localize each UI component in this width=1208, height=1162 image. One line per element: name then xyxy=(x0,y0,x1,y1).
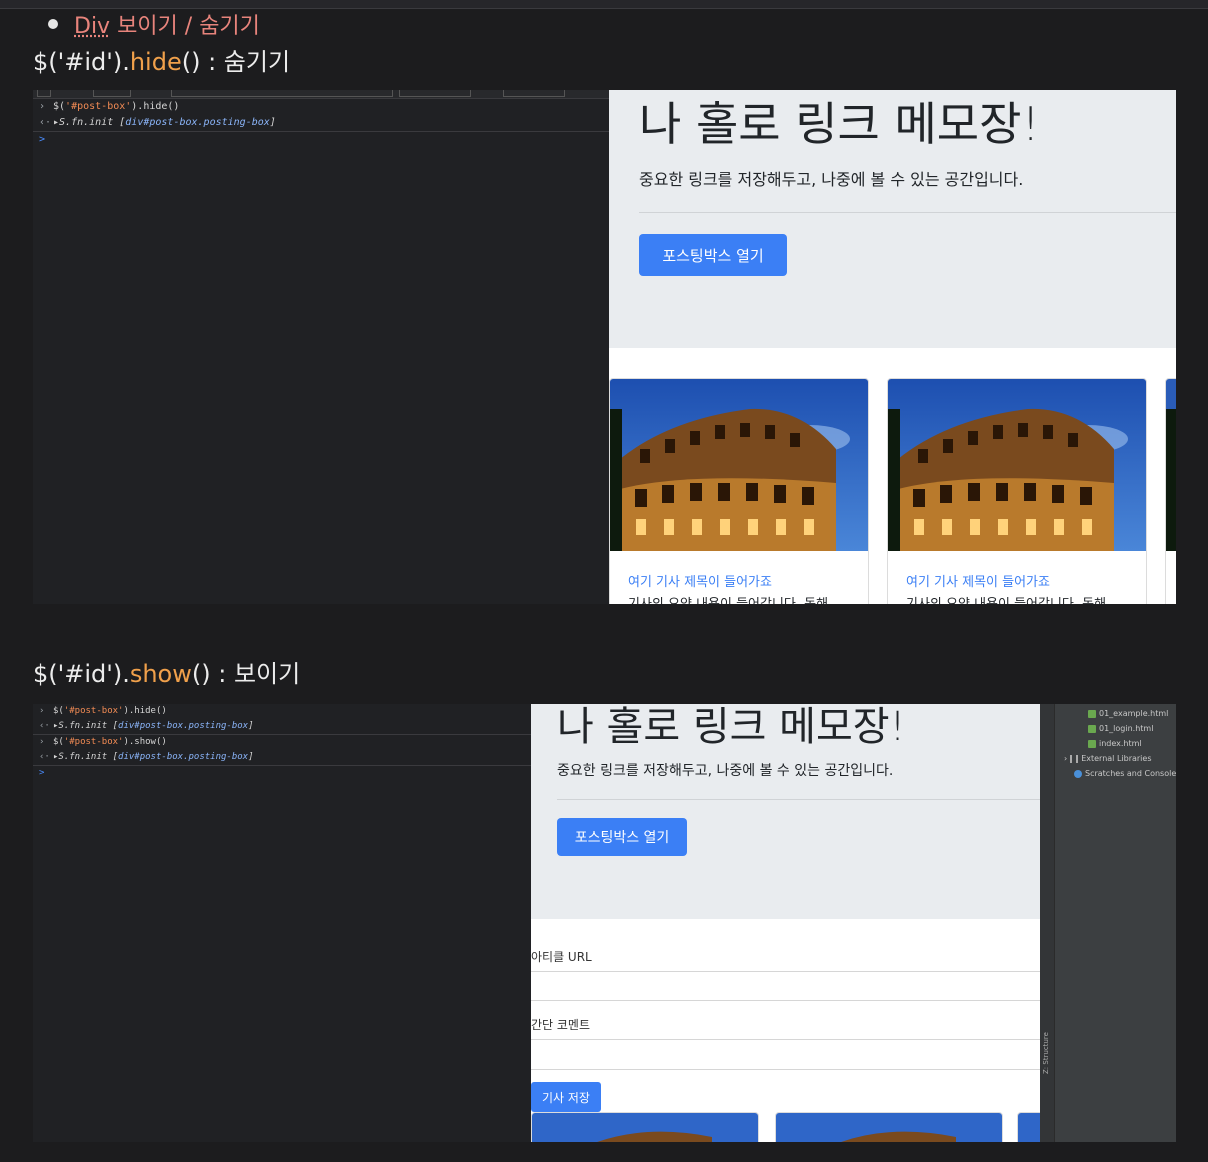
console-command: › $('#post-box').hide() xyxy=(39,706,167,716)
card-text: 기사의 요약 내용이 들어갑니다. 동해 xyxy=(906,593,1106,604)
heading-prefix: $('#id'). xyxy=(33,48,130,76)
jumbotron-divider xyxy=(557,799,1040,800)
card-title[interactable]: 여기 기사 제목이 들어가죠 xyxy=(628,571,772,590)
open-posting-box-button[interactable]: 포스팅박스 열기 xyxy=(639,234,787,276)
console-result: ‹· ▸S.fn.init [div#post-box.posting-box] xyxy=(33,115,609,132)
show-heading: $('#id').show() : 보이기 xyxy=(33,654,300,689)
external-libraries-item[interactable]: › External Libraries xyxy=(1064,754,1152,763)
heading-prefix: $('#id'). xyxy=(33,660,130,688)
scratches-item[interactable]: Scratches and Consoles xyxy=(1074,769,1176,778)
show-screenshot: › $('#post-box').hide() ‹· ▸S.fn.init [div… xyxy=(33,704,1176,1142)
page-title: 나 홀로 링크 메모장! xyxy=(639,97,1040,151)
chevron-right-icon: › xyxy=(1064,754,1068,763)
colosseum-image xyxy=(1166,379,1176,551)
article-card-preview[interactable] xyxy=(531,1112,759,1142)
article-card[interactable]: 여기 기사 제목이 들어가죠 기사의 요약 내용이 들어갑니다. 동해 xyxy=(609,378,869,604)
structure-tab[interactable]: Z: Structure xyxy=(1042,1032,1050,1074)
heading-suffix: () : 보이기 xyxy=(191,660,301,688)
console-result: ‹· ▸S.fn.init [div#post-box.posting-box] xyxy=(33,719,531,735)
url-field-top xyxy=(531,971,1040,972)
article-card-preview[interactable] xyxy=(1017,1112,1040,1142)
scratches-icon xyxy=(1074,769,1082,778)
url-field-bottom[interactable] xyxy=(531,1000,1040,1001)
bullet-heading: Div 보이기 / 숨기기 xyxy=(48,8,260,40)
page-subtitle: 중요한 링크를 저장해두고, 나중에 볼 수 있는 공간입니다. xyxy=(557,763,894,779)
console-toolbar xyxy=(33,90,609,99)
page-subtitle: 중요한 링크를 저장해두고, 나중에 볼 수 있는 공간입니다. xyxy=(639,170,1024,189)
library-icon xyxy=(1070,754,1079,763)
article-card-preview[interactable] xyxy=(775,1112,1003,1142)
colosseum-image xyxy=(888,379,1146,551)
html-file-icon xyxy=(1088,709,1096,718)
hide-heading: $('#id').hide() : 숨기기 xyxy=(33,42,290,77)
console-result: ‹· ▸S.fn.init [div#post-box.posting-box] xyxy=(33,750,531,766)
jumbotron: 나 홀로 링크 메모장! 중요한 링크를 저장해두고, 나중에 볼 수 있는 공… xyxy=(531,704,1040,919)
console-command: › $('#post-box').hide() xyxy=(39,101,180,112)
bullet-keyword: Div xyxy=(74,14,111,39)
colosseum-image xyxy=(532,1113,758,1142)
bullet-text: Div 보이기 / 숨기기 xyxy=(74,8,260,40)
save-article-button[interactable]: 기사 저장 xyxy=(531,1082,601,1112)
comment-field-bottom[interactable] xyxy=(531,1069,1040,1070)
article-url-label: 아티클 URL xyxy=(531,950,592,964)
colosseum-image xyxy=(1018,1113,1040,1142)
card-text: 기사의 요약 내용이 들어갑니다. 동해 xyxy=(628,593,828,604)
page-title: 나 홀로 링크 메모장! xyxy=(557,704,906,750)
comment-field-top xyxy=(531,1039,1040,1040)
console-command: › $('#post-box').show() xyxy=(39,737,167,747)
devtools-console: › $('#post-box').hide() ‹· ▸S.fn.init [div… xyxy=(33,90,609,604)
heading-suffix: () : 숨기기 xyxy=(181,48,291,76)
colosseum-image xyxy=(610,379,868,551)
article-card[interactable]: 여기 기사 제목이 들어가죠 기사의 요약 내용이 들어갑니다. 동해 xyxy=(887,378,1147,604)
hide-screenshot: › $('#post-box').hide() ‹· ▸S.fn.init [div… xyxy=(33,90,1176,604)
html-file-icon xyxy=(1088,739,1096,748)
article-card-partial[interactable] xyxy=(1165,378,1176,604)
heading-method: hide xyxy=(129,48,182,76)
file-item[interactable]: 01_example.html xyxy=(1088,709,1168,718)
file-item[interactable]: index.html xyxy=(1088,739,1142,748)
webpage-hidden: 나 홀로 링크 메모장! 중요한 링크를 저장해두고, 나중에 볼 수 있는 공… xyxy=(609,90,1176,604)
heading-method: show xyxy=(129,660,192,688)
jumbotron: 나 홀로 링크 메모장! 중요한 링크를 저장해두고, 나중에 볼 수 있는 공… xyxy=(609,90,1176,348)
bullet-rest: 보이기 / 숨기기 xyxy=(110,14,260,39)
file-item[interactable]: 01_login.html xyxy=(1088,724,1153,733)
ide-tool-strip: Z: Structure xyxy=(1040,704,1055,1142)
console-prompt[interactable]: > xyxy=(33,766,531,781)
jumbotron-divider xyxy=(639,212,1176,213)
open-posting-box-button[interactable]: 포스팅박스 열기 xyxy=(557,818,687,856)
html-file-icon xyxy=(1088,724,1096,733)
devtools-console: › $('#post-box').hide() ‹· ▸S.fn.init [div… xyxy=(33,704,531,1142)
ide-project-panel: Z: Structure 01_example.html 01_login.ht… xyxy=(1040,704,1176,1142)
card-title[interactable]: 여기 기사 제목이 들어가죠 xyxy=(906,571,1050,590)
webpage-shown: 나 홀로 링크 메모장! 중요한 링크를 저장해두고, 나중에 볼 수 있는 공… xyxy=(531,704,1040,1142)
bullet-dot-icon xyxy=(48,19,58,29)
console-prompt[interactable]: > xyxy=(33,132,609,148)
colosseum-image xyxy=(776,1113,1002,1142)
comment-label: 간단 코멘트 xyxy=(531,1018,591,1032)
